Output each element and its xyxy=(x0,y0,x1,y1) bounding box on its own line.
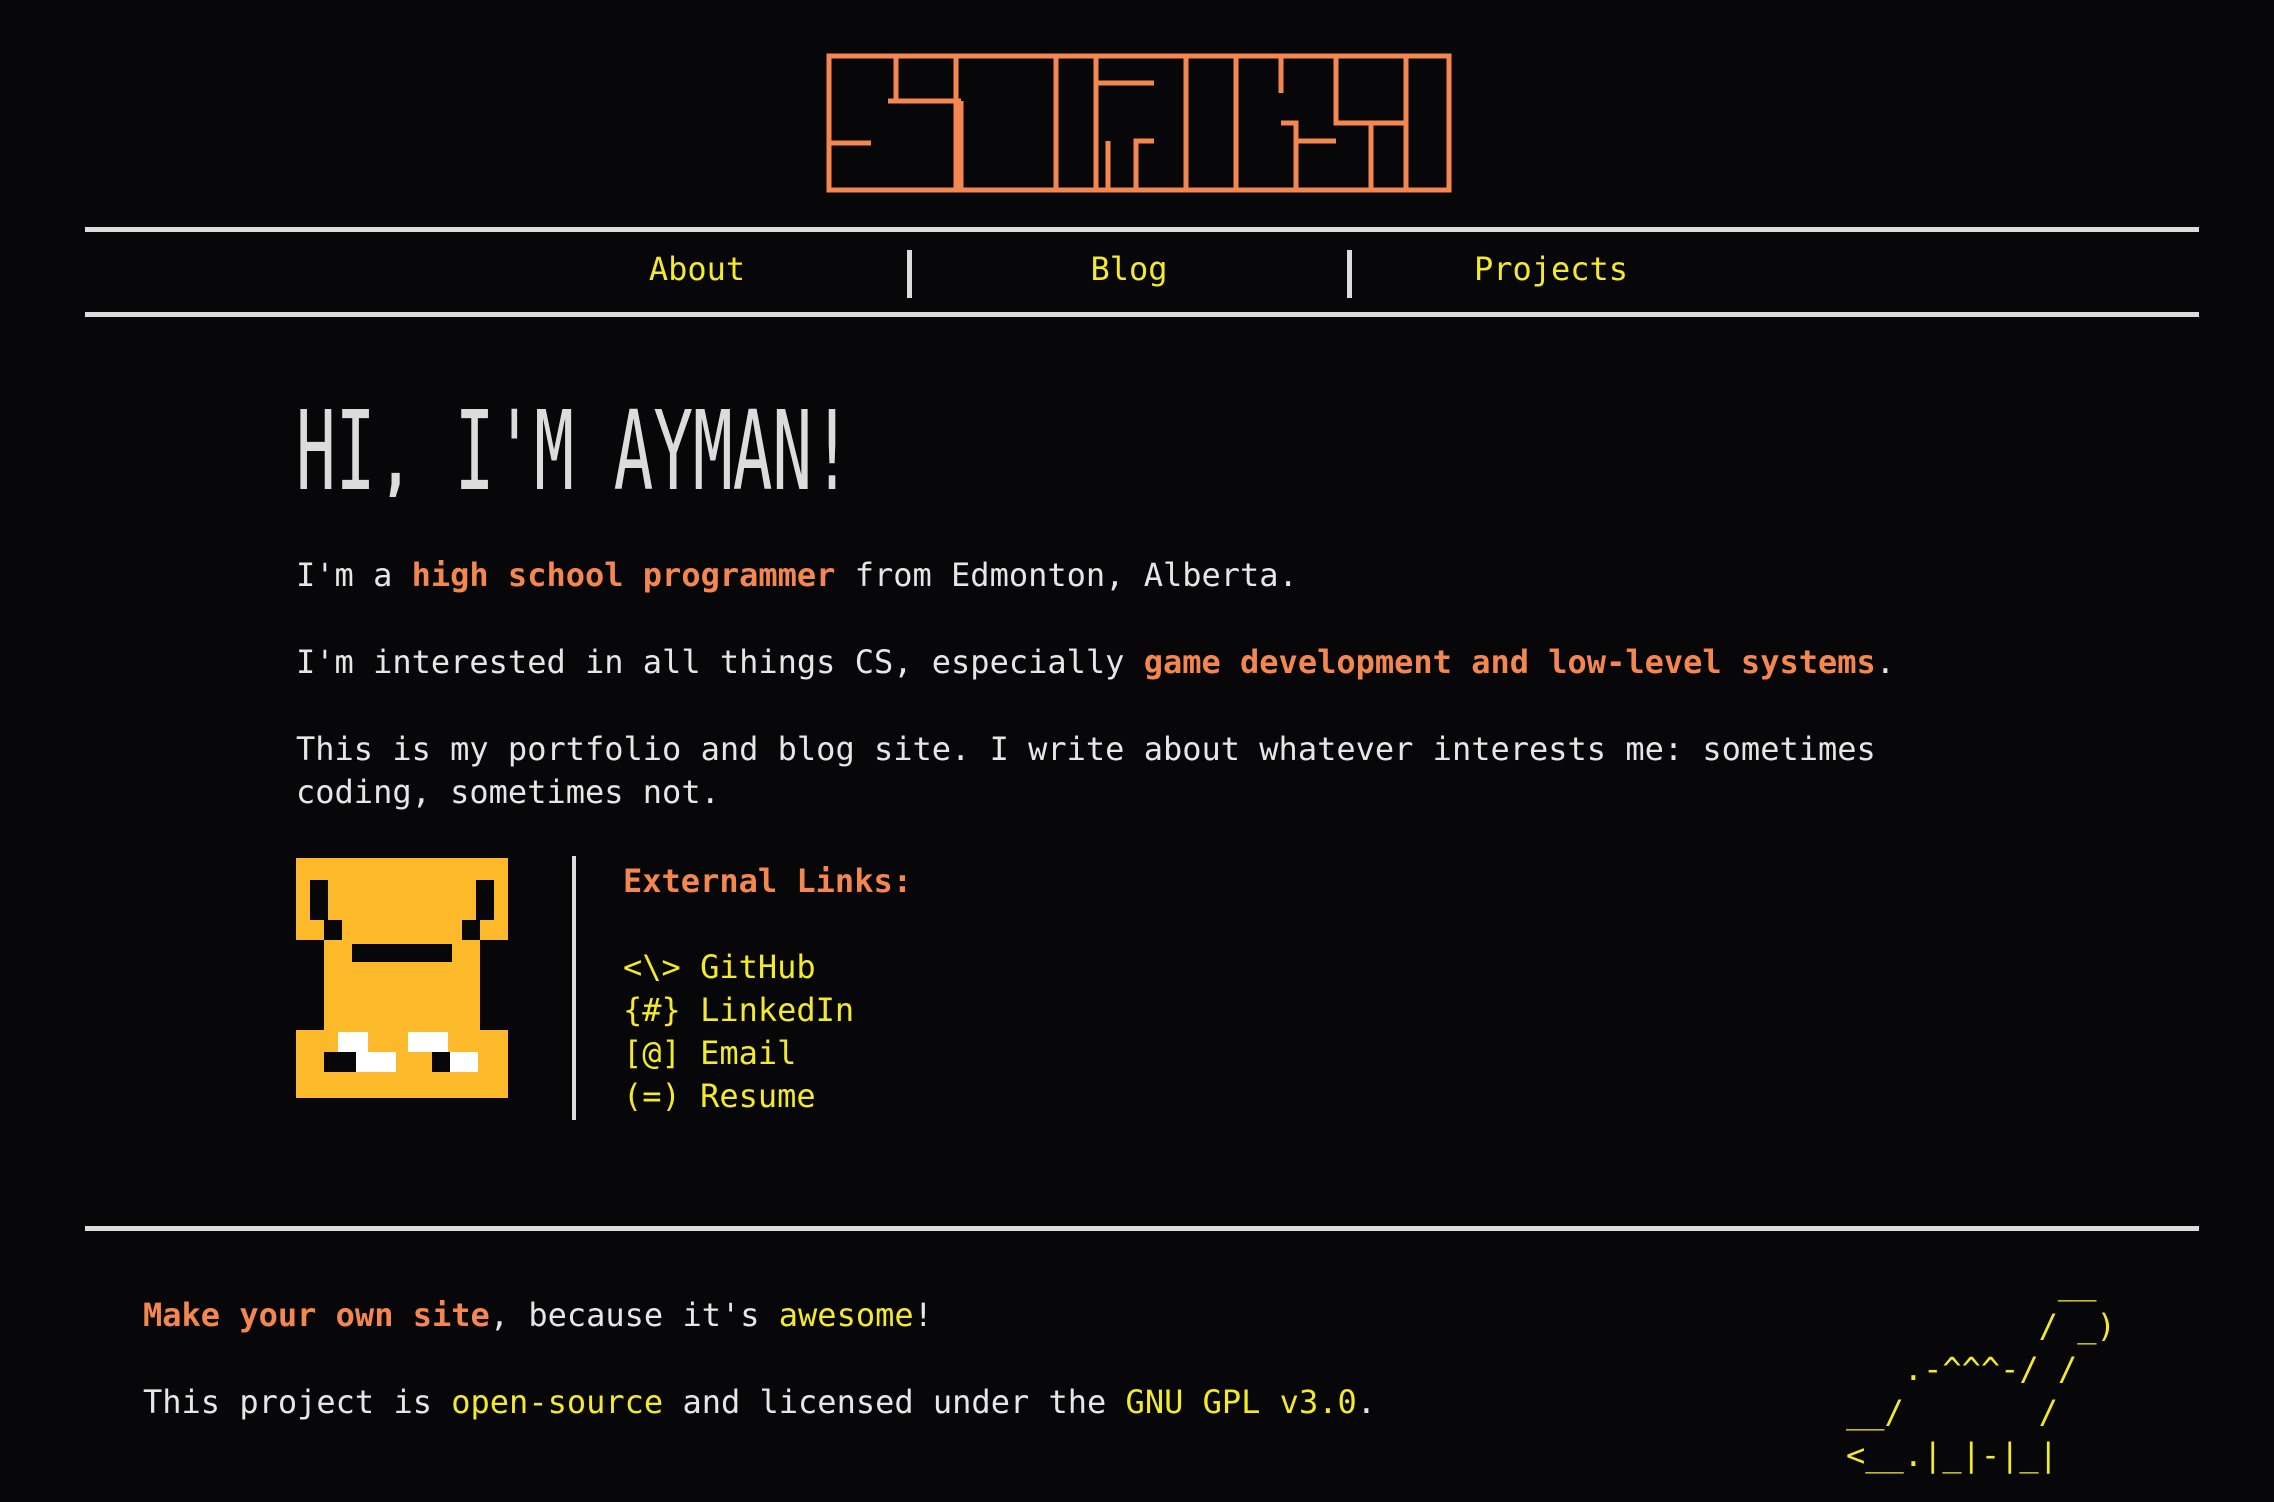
external-links-title: External Links: xyxy=(623,862,912,900)
footer-text: . xyxy=(1356,1383,1376,1421)
intro-highlight: high school programmer xyxy=(411,556,836,594)
nav-bottom-rule xyxy=(85,312,2199,317)
links-divider xyxy=(572,856,576,1120)
open-source-link[interactable]: open-source xyxy=(451,1383,663,1421)
main-nav: About Blog Projects xyxy=(85,232,2199,312)
footer-text: , because it's xyxy=(489,1296,779,1334)
email-link[interactable]: [@] Email xyxy=(623,1032,854,1075)
nav-separator xyxy=(907,250,912,298)
gpl-license-link[interactable]: GNU GPL v3.0 xyxy=(1126,1383,1357,1421)
github-link[interactable]: <\> GitHub xyxy=(623,946,854,989)
interests-text: I'm interested in all things CS, especia… xyxy=(296,643,1144,681)
footer-text: and licensed under the xyxy=(663,1383,1126,1421)
nav-blog[interactable]: Blog xyxy=(1090,250,1167,288)
intro-text-end: from Edmonton, Alberta. xyxy=(835,556,1298,594)
awesome-link[interactable]: awesome xyxy=(779,1296,914,1334)
nav-projects[interactable]: Projects xyxy=(1474,250,1628,288)
linkedin-link[interactable]: {#} LinkedIn xyxy=(623,989,854,1032)
svg-text:HI, I'M AYMAN!: HI, I'M AYMAN! xyxy=(296,393,852,497)
about-line-1: This is my portfolio and blog site. I wr… xyxy=(296,730,1876,768)
pixel-creature-avatar-icon xyxy=(296,858,508,1098)
site-logo[interactable] xyxy=(826,53,1452,193)
footer-text: This project is xyxy=(143,1383,452,1421)
footer-line-2: This project is open-source and licensed… xyxy=(143,1383,1376,1421)
nav-separator xyxy=(1347,250,1352,298)
about-paragraph: This is my portfolio and blog site. I wr… xyxy=(296,728,1876,814)
link-label: Email xyxy=(700,1034,797,1072)
make-your-own-site-link[interactable]: Make your own site xyxy=(143,1296,490,1334)
link-label: GitHub xyxy=(700,948,816,986)
ascii-dinosaur-art: __ / _) .-^^^-/ / __/ / <__.|_|-|_| xyxy=(1846,1264,2116,1474)
footer-rule xyxy=(85,1226,2199,1231)
footer-line-1: Make your own site, because it's awesome… xyxy=(143,1296,933,1334)
interests-text-end: . xyxy=(1875,643,1896,681)
footer-text: ! xyxy=(913,1296,933,1334)
link-label: LinkedIn xyxy=(700,991,855,1029)
page-title: HI, I'M AYMAN! xyxy=(296,393,852,497)
hash-icon: {#} xyxy=(623,991,681,1029)
nav-about[interactable]: About xyxy=(649,250,745,288)
interests-highlight: game development and low-level systems xyxy=(1143,643,1876,681)
interests-paragraph: I'm interested in all things CS, especia… xyxy=(296,641,1895,684)
about-line-2: coding, sometimes not. xyxy=(296,773,720,811)
resume-link[interactable]: (=) Resume xyxy=(623,1075,854,1118)
document-icon: (=) xyxy=(623,1077,681,1115)
external-links-list: <\> GitHub {#} LinkedIn [@] Email (=) Re… xyxy=(623,946,854,1118)
intro-text: I'm a xyxy=(296,556,412,594)
code-icon: <\> xyxy=(623,948,681,986)
link-label: Resume xyxy=(700,1077,816,1115)
intro-paragraph: I'm a high school programmer from Edmont… xyxy=(296,554,1298,597)
at-icon: [@] xyxy=(623,1034,681,1072)
